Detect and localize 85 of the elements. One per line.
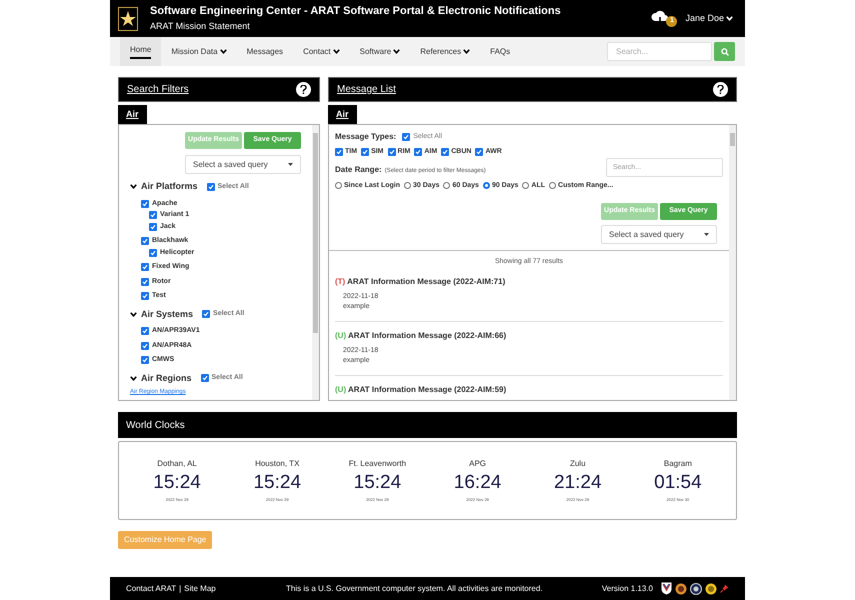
- checkbox[interactable]: [335, 148, 343, 156]
- radio-button[interactable]: [549, 182, 556, 190]
- search-icon: [720, 48, 728, 56]
- pin-icon: [720, 584, 729, 593]
- nav-tab[interactable]: Mission Data: [161, 37, 237, 66]
- radio-button[interactable]: [335, 182, 342, 190]
- footer-notice: This is a U.S. Government computer system. All activities are monitored.: [286, 582, 544, 594]
- group-title[interactable]: Air Platforms: [141, 180, 198, 194]
- help-icon[interactable]: [713, 82, 728, 97]
- dropdown-arrow-icon: [704, 233, 709, 236]
- panel-title[interactable]: Search Filters: [127, 82, 189, 97]
- search-button[interactable]: [714, 42, 735, 61]
- seal-emblem-icon: [675, 582, 687, 594]
- nav-tab[interactable]: Messages: [236, 37, 294, 66]
- field-label: Message Types:: [335, 131, 396, 143]
- checkbox[interactable]: [402, 133, 410, 141]
- checkbox[interactable]: [141, 200, 149, 208]
- nav-tab[interactable]: Contact: [293, 37, 350, 66]
- message-title[interactable]: (T) ARAT Information Message (2022-AIM:71): [335, 276, 723, 288]
- nav-tab[interactable]: FAQs: [480, 37, 520, 66]
- message-title[interactable]: (U) ARAT Information Message (2022-AIM:66): [335, 330, 723, 342]
- checkbox[interactable]: [141, 342, 149, 350]
- search-field[interactable]: Search...: [607, 42, 712, 61]
- checkbox[interactable]: [441, 148, 450, 156]
- clock-city: Houston, TX: [255, 458, 300, 470]
- checkbox[interactable]: [361, 148, 370, 156]
- site-title: Software Engineering Center - ARAT Software Portal & Electronic Notifications: [150, 4, 561, 18]
- tab[interactable]: Air: [118, 105, 147, 124]
- radio-button[interactable]: [482, 182, 490, 190]
- clock-time: 15:24: [253, 471, 302, 495]
- clock-city: Zulu: [570, 458, 586, 470]
- nav-tab[interactable]: Home: [120, 37, 162, 66]
- scrollbar[interactable]: [729, 125, 736, 400]
- checkbox[interactable]: [141, 292, 149, 300]
- help-icon[interactable]: [296, 82, 311, 97]
- radio-button[interactable]: [404, 182, 412, 190]
- checkbox[interactable]: [149, 222, 157, 231]
- caret-icon: [726, 16, 733, 21]
- seal-emblem-icon: [705, 582, 717, 594]
- panel-title[interactable]: Message List: [337, 82, 396, 97]
- checkbox[interactable]: [141, 263, 149, 272]
- group-title[interactable]: Air Systems: [141, 308, 194, 321]
- checkbox[interactable]: [141, 237, 149, 246]
- clock-city: Dothan, AL: [157, 458, 197, 470]
- checkbox[interactable]: [206, 182, 215, 191]
- checkbox[interactable]: [414, 148, 422, 156]
- clock-time: 15:24: [354, 471, 402, 495]
- message-title[interactable]: (U) ARAT Information Message (2022-AIM:59): [335, 384, 723, 396]
- saved-query-dropdown[interactable]: Select a saved query: [185, 155, 301, 174]
- checkbox[interactable]: [149, 211, 157, 220]
- shield-emblem-icon: [661, 582, 672, 595]
- clock-time: 01:54: [654, 471, 702, 495]
- checkbox[interactable]: [202, 310, 210, 318]
- radio-button[interactable]: [522, 182, 530, 190]
- separator-text: |: [179, 582, 182, 594]
- radio-button[interactable]: [443, 182, 450, 190]
- checkbox[interactable]: [200, 374, 209, 382]
- version-text: Version 1.13.0: [602, 582, 653, 594]
- saved-query-dropdown[interactable]: Select a saved query: [601, 225, 717, 244]
- mission-statement-link[interactable]: ARAT Mission Statement: [150, 21, 561, 32]
- clock-time: 21:24: [554, 471, 602, 495]
- checkbox[interactable]: [149, 248, 157, 257]
- group-title[interactable]: Air Regions: [141, 372, 192, 385]
- clock-time: 15:24: [153, 471, 201, 495]
- user-menu[interactable]: Jane Doe: [685, 12, 733, 26]
- scrollbar[interactable]: [312, 125, 319, 400]
- nav-tab[interactable]: References: [410, 37, 480, 66]
- footer-link[interactable]: Site Map: [184, 582, 216, 594]
- clock-time: 16:24: [454, 471, 502, 495]
- checkbox[interactable]: [141, 278, 149, 286]
- tab[interactable]: Air: [328, 105, 357, 124]
- checkbox[interactable]: [388, 148, 396, 156]
- dropdown-arrow-icon: [288, 163, 293, 166]
- seal-emblem-icon: [690, 582, 702, 594]
- checkbox[interactable]: [141, 327, 149, 336]
- field-label: Date Range:: [335, 164, 382, 176]
- panel-title: World Clocks: [126, 418, 185, 432]
- checkbox[interactable]: [141, 356, 149, 364]
- footer-link[interactable]: Contact ARAT: [126, 582, 176, 594]
- clock-city: Ft. Leavenworth: [348, 458, 406, 470]
- checkbox[interactable]: [475, 148, 484, 156]
- nav-tab[interactable]: Software: [350, 37, 410, 66]
- clock-city: APG: [469, 458, 486, 470]
- star-logo-icon: [118, 6, 138, 30]
- clock-city: Bagram: [664, 458, 692, 470]
